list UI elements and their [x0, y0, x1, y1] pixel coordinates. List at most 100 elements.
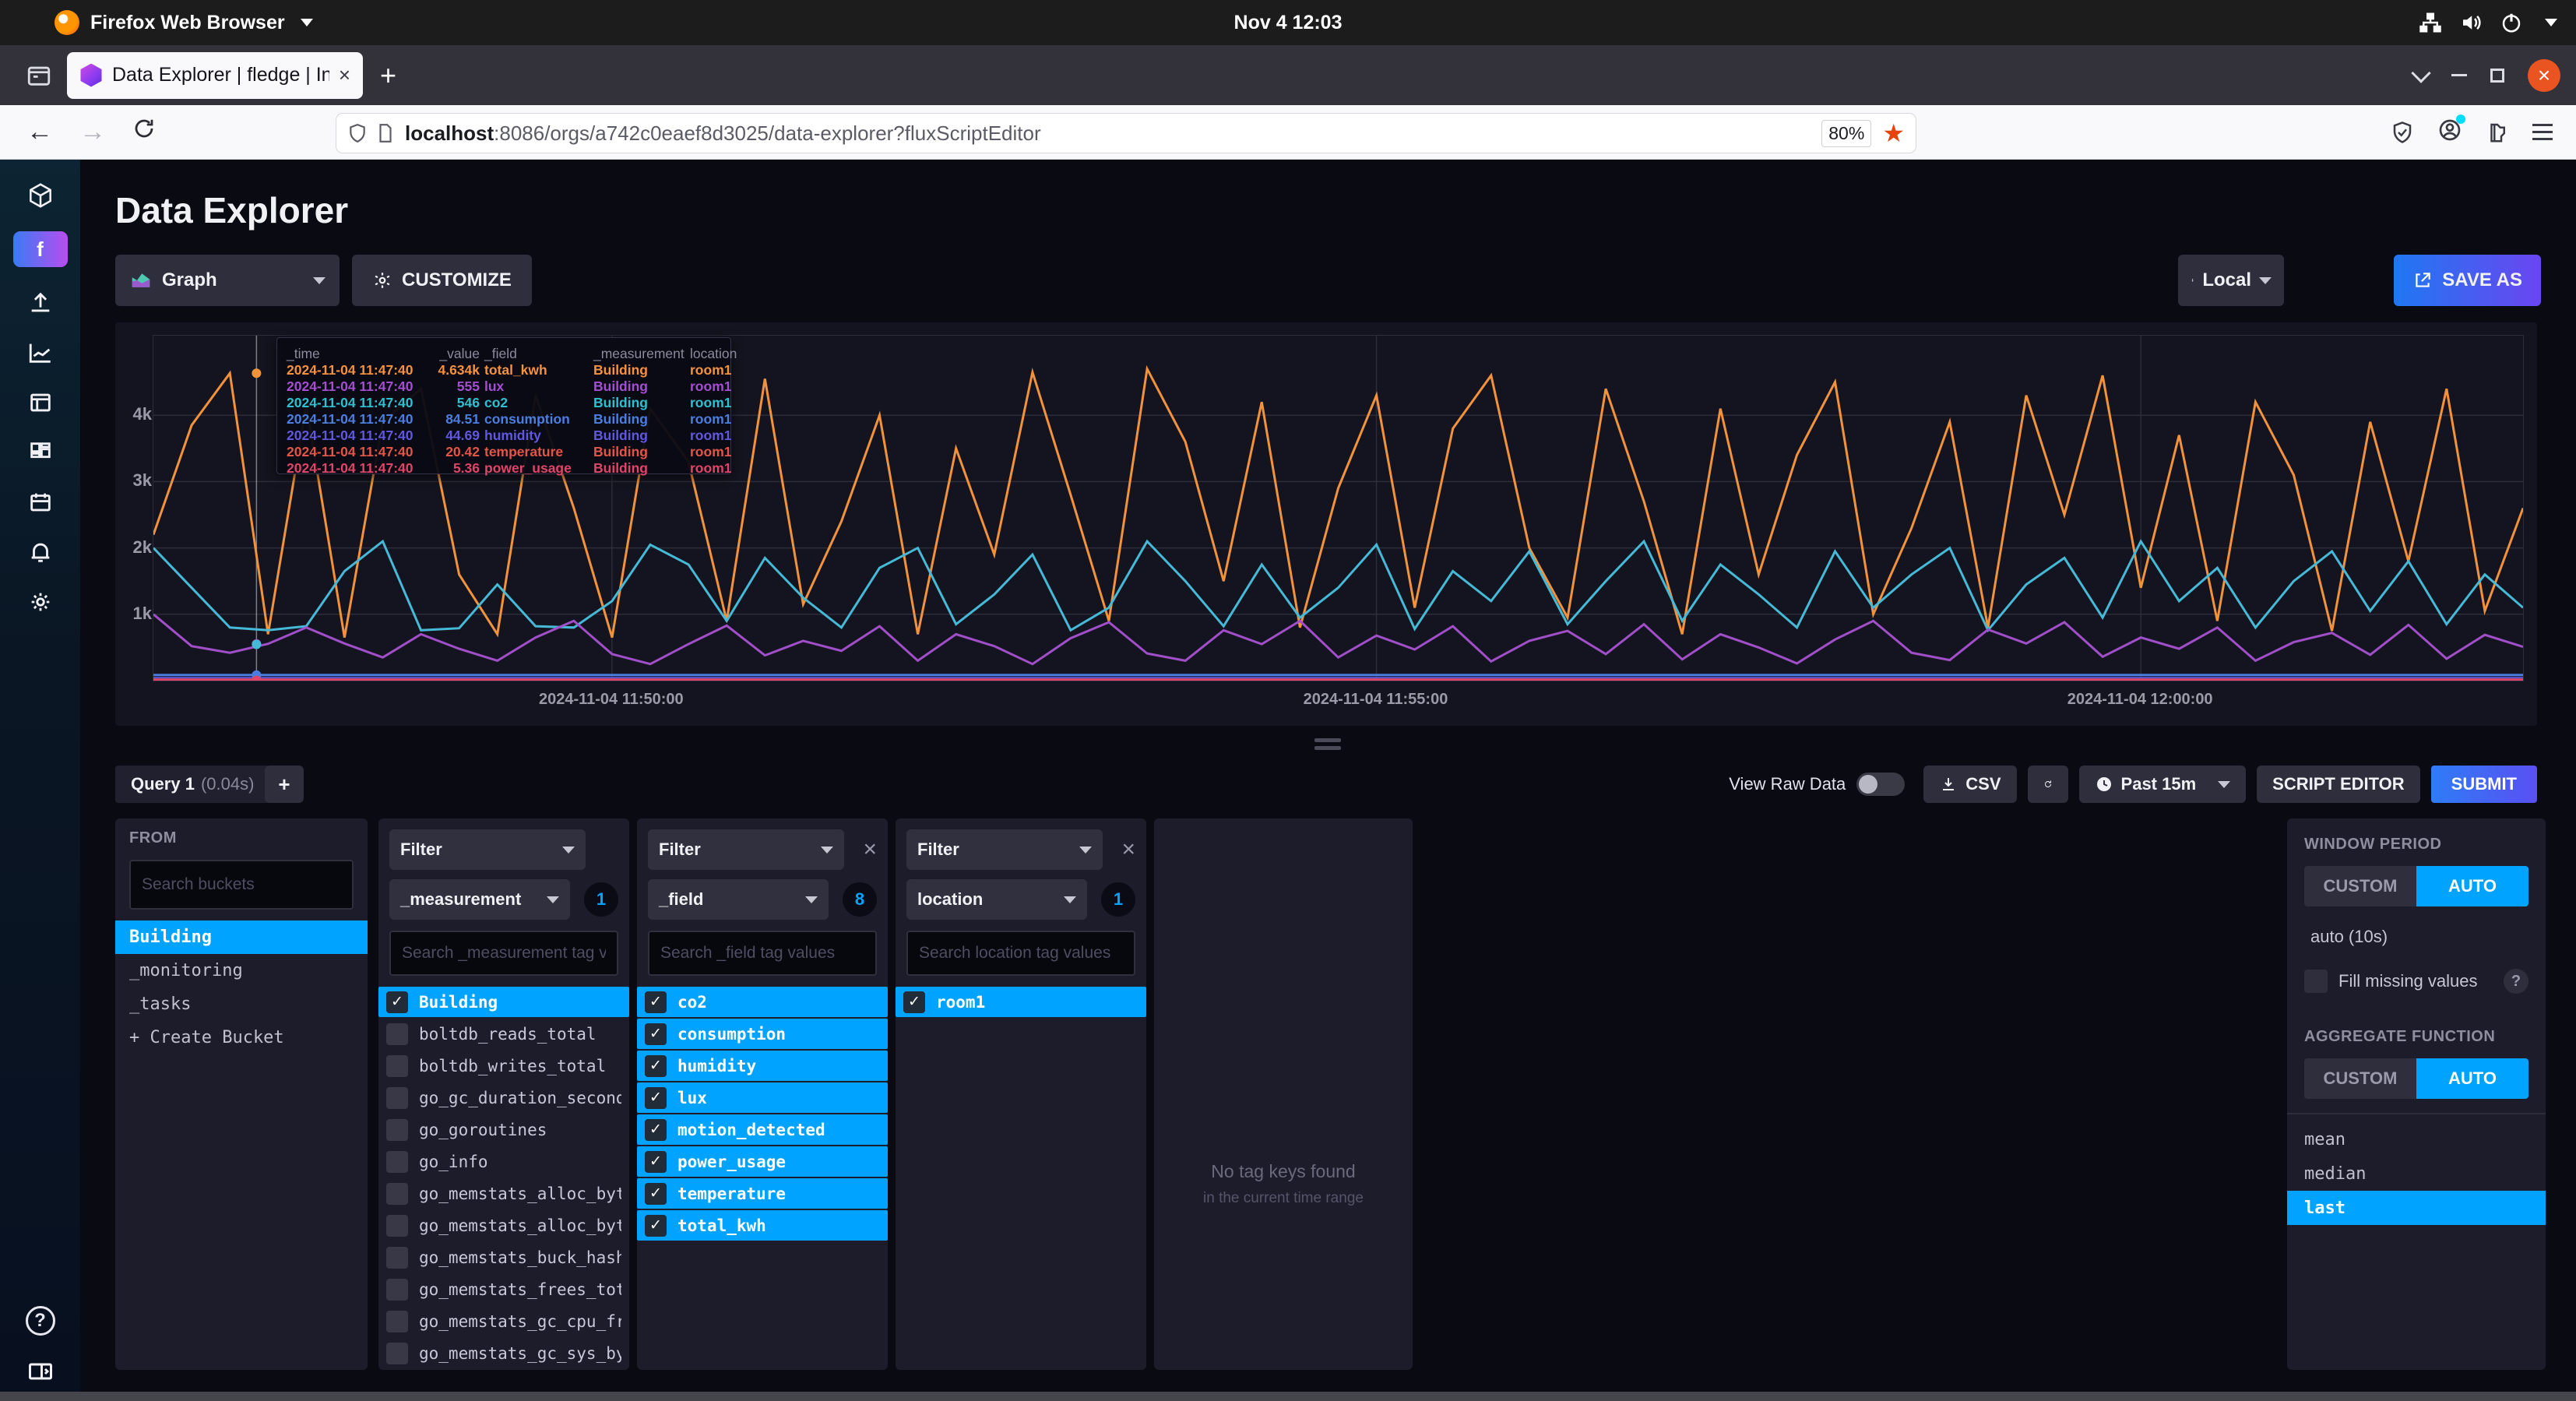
influxdb-logo-icon[interactable]: [0, 171, 80, 220]
tag-value-item[interactable]: ✓ temperature: [637, 1178, 888, 1209]
tag-value-item[interactable]: boltdb_reads_total: [378, 1019, 629, 1049]
checkbox[interactable]: ✓: [645, 1150, 667, 1173]
tasks-icon[interactable]: [0, 477, 80, 527]
list-tabs-icon[interactable]: [2411, 62, 2431, 83]
aggregate-function-item[interactable]: last: [2287, 1191, 2546, 1225]
window-bottom-scrollbar[interactable]: [0, 1392, 2576, 1401]
bucket-item[interactable]: _monitoring: [115, 954, 368, 987]
back-button[interactable]: ←: [26, 117, 53, 147]
tag-value-item[interactable]: go_memstats_frees_tot…: [378, 1274, 629, 1304]
submit-button[interactable]: SUBMIT: [2430, 766, 2537, 803]
checkbox[interactable]: ✓: [645, 1054, 667, 1077]
checkbox[interactable]: [386, 1310, 408, 1332]
tab-close-icon[interactable]: ×: [339, 63, 350, 87]
bookmark-star-icon[interactable]: ★: [1882, 118, 1905, 148]
fill-missing-checkbox[interactable]: [2304, 970, 2328, 993]
browser-tab[interactable]: Data Explorer | fledge | In ×: [67, 51, 363, 99]
alerts-icon[interactable]: [0, 527, 80, 577]
bucket-search-input[interactable]: [129, 860, 354, 910]
checkbox[interactable]: [386, 1086, 408, 1109]
tag-value-item[interactable]: ✓ lux: [637, 1082, 888, 1113]
tag-value-item[interactable]: go_info: [378, 1146, 629, 1177]
checkbox[interactable]: [386, 1342, 408, 1364]
menu-icon[interactable]: [2532, 124, 2553, 140]
close-window-button[interactable]: ×: [2528, 58, 2560, 92]
tag-key-dropdown[interactable]: _field: [648, 879, 829, 920]
tracking-shield-icon[interactable]: [2391, 121, 2414, 144]
remove-filter-icon[interactable]: ×: [863, 836, 877, 863]
maximize-button[interactable]: [2490, 68, 2504, 83]
reload-button[interactable]: [132, 117, 156, 147]
filter-type-dropdown[interactable]: Filter: [906, 829, 1103, 870]
view-raw-data-toggle[interactable]: [1856, 773, 1906, 796]
dashboards-icon[interactable]: [0, 378, 80, 428]
resize-handle[interactable]: [1314, 738, 1341, 754]
aggregate-custom-button[interactable]: CUSTOM: [2304, 1058, 2416, 1099]
minimize-button[interactable]: [2451, 74, 2467, 76]
load-data-icon[interactable]: [0, 278, 80, 328]
feedback-panel-icon[interactable]: [26, 1357, 55, 1385]
checkbox[interactable]: [386, 1214, 408, 1237]
tag-value-item[interactable]: go_memstats_buck_hash…: [378, 1242, 629, 1273]
bucket-item[interactable]: + Create Bucket: [115, 1021, 368, 1054]
sidebar-toggle-icon[interactable]: [22, 58, 56, 93]
help-icon[interactable]: ?: [25, 1306, 55, 1336]
customize-button[interactable]: CUSTOMIZE: [352, 255, 532, 306]
filter-type-dropdown[interactable]: Filter: [389, 829, 586, 870]
tag-value-item[interactable]: ✓ total_kwh: [637, 1210, 888, 1241]
aggregate-auto-button[interactable]: AUTO: [2416, 1058, 2528, 1099]
bucket-item[interactable]: Building: [115, 921, 368, 954]
forward-button[interactable]: →: [79, 117, 106, 147]
local-dropdown[interactable]: Local: [2178, 255, 2284, 306]
tag-value-item[interactable]: boltdb_writes_total: [378, 1051, 629, 1081]
url-bar[interactable]: localhost:8086/orgs/a742c0eaef8d3025/dat…: [336, 114, 1916, 153]
checkbox[interactable]: [386, 1278, 408, 1301]
checkbox[interactable]: ✓: [645, 1182, 667, 1205]
tag-search-input[interactable]: [906, 931, 1135, 976]
data-explorer-icon[interactable]: [0, 328, 80, 378]
org-avatar[interactable]: f: [12, 231, 68, 267]
checkbox[interactable]: ✓: [645, 1023, 667, 1045]
checkbox[interactable]: [386, 1118, 408, 1141]
account-icon[interactable]: [2437, 114, 2465, 146]
window-auto-button[interactable]: AUTO: [2416, 866, 2528, 906]
zoom-level[interactable]: 80%: [1821, 119, 1872, 147]
checkbox[interactable]: [386, 1054, 408, 1077]
notebooks-icon[interactable]: [0, 428, 80, 477]
tag-value-item[interactable]: go_memstats_alloc_byt…: [378, 1178, 629, 1209]
fill-help-icon[interactable]: ?: [2504, 969, 2528, 994]
checkbox[interactable]: [386, 1150, 408, 1173]
checkbox[interactable]: ✓: [386, 991, 408, 1013]
tag-value-item[interactable]: ✓ co2: [637, 987, 888, 1017]
checkbox[interactable]: ✓: [645, 1086, 667, 1109]
tag-value-item[interactable]: ✓ room1: [896, 987, 1146, 1017]
aggregate-function-item[interactable]: mean: [2287, 1122, 2546, 1156]
tag-value-item[interactable]: go_goroutines: [378, 1114, 629, 1145]
clock[interactable]: Nov 4 12:03: [1234, 12, 1343, 34]
extensions-icon[interactable]: [2486, 121, 2509, 144]
aggregate-function-item[interactable]: median: [2287, 1156, 2546, 1191]
csv-button[interactable]: CSV: [1923, 766, 2017, 803]
tag-value-item[interactable]: ✓ motion_detected: [637, 1114, 888, 1145]
system-tray[interactable]: [2419, 11, 2557, 34]
tag-value-item[interactable]: ✓ Building: [378, 987, 629, 1017]
tag-key-dropdown[interactable]: location: [906, 879, 1087, 920]
query-tab[interactable]: Query 1 (0.04s): [115, 766, 270, 803]
checkbox[interactable]: ✓: [645, 991, 667, 1013]
script-editor-button[interactable]: SCRIPT EDITOR: [2257, 766, 2420, 803]
tag-value-item[interactable]: go_memstats_gc_cpu_fr…: [378, 1306, 629, 1336]
tag-search-input[interactable]: [389, 931, 618, 976]
tag-search-input[interactable]: [648, 931, 877, 976]
settings-icon[interactable]: [0, 577, 80, 627]
filter-type-dropdown[interactable]: Filter: [648, 829, 844, 870]
refresh-button[interactable]: [2027, 766, 2068, 803]
page-info-icon[interactable]: [375, 123, 396, 143]
tag-value-item[interactable]: go_memstats_alloc_byt…: [378, 1210, 629, 1241]
new-tab-button[interactable]: +: [380, 59, 396, 92]
checkbox[interactable]: [386, 1182, 408, 1205]
checkbox[interactable]: ✓: [903, 991, 925, 1013]
remove-filter-icon[interactable]: ×: [1121, 836, 1135, 863]
checkbox[interactable]: [386, 1023, 408, 1045]
time-range-dropdown[interactable]: Past 15m: [2078, 766, 2247, 803]
checkbox[interactable]: ✓: [645, 1214, 667, 1237]
